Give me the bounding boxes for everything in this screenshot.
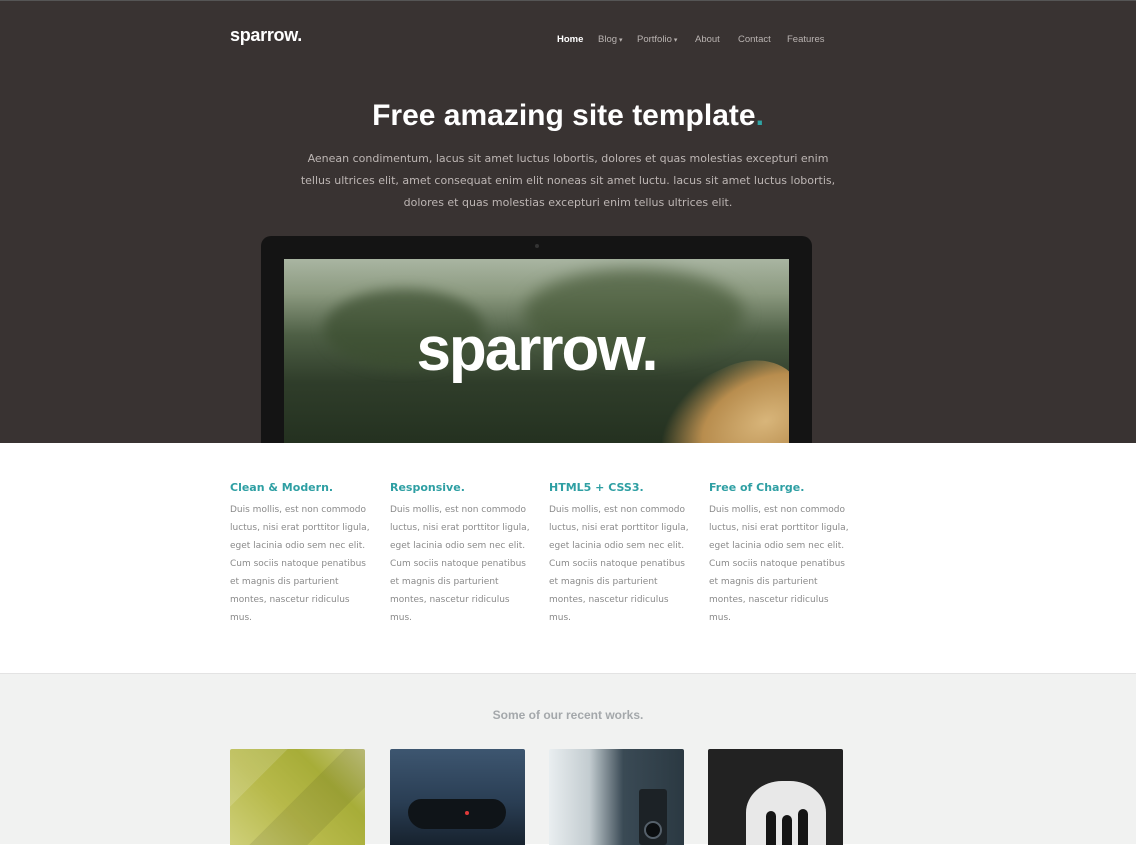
feature-title: Clean & Modern. xyxy=(230,481,334,494)
led-light xyxy=(465,811,469,815)
work-thumbnail-camera[interactable] xyxy=(549,749,684,845)
feature-text: Duis mollis, est non commodo luctus, nis… xyxy=(709,505,849,623)
hero-section: sparrow. Home Blog ▾ Portfolio ▾ About Con… xyxy=(0,0,1136,443)
nav-item-home[interactable]: Home xyxy=(557,34,598,45)
camera-lens xyxy=(644,821,662,839)
person-silhouette xyxy=(798,809,808,845)
screen-logo: sparrow. xyxy=(416,315,658,384)
nav-item-label: Portfolio xyxy=(637,34,672,45)
nav-item-label: Features xyxy=(787,34,825,45)
caret-down-icon: ▾ xyxy=(673,37,678,44)
work-thumbnail-tunnel[interactable] xyxy=(708,749,843,845)
nav-item-about[interactable]: About xyxy=(695,34,738,45)
site-logo[interactable]: sparrow. xyxy=(230,25,302,46)
works-section: Some of our recent works. xyxy=(0,673,1136,845)
feature-title: Responsive. xyxy=(390,481,465,494)
monitor-screen: sparrow. xyxy=(284,259,789,443)
nav-item-label: Contact xyxy=(738,34,771,45)
feature-text: Duis mollis, est non commodo luctus, nis… xyxy=(230,505,370,623)
works-title: Some of our recent works. xyxy=(492,708,644,722)
nav-item-blog[interactable]: Blog ▾ xyxy=(598,34,637,45)
features-section: Clean & Modern. Duis mollis, est non com… xyxy=(0,443,1136,673)
feature-title: HTML5 + CSS3. xyxy=(549,481,644,494)
feature-text: Duis mollis, est non commodo luctus, nis… xyxy=(390,505,530,623)
hero-title-dot: . xyxy=(755,99,764,132)
main-nav: Home Blog ▾ Portfolio ▾ About Contact Feat… xyxy=(557,34,832,45)
feature-column: Clean & Modern. Duis mollis, est non com… xyxy=(230,481,370,627)
monitor-mockup: sparrow. xyxy=(261,236,812,443)
feature-title: Free of Charge. xyxy=(709,481,805,494)
person-silhouette xyxy=(782,815,792,845)
feature-column: Free of Charge. Duis mollis, est non com… xyxy=(709,481,849,627)
nav-item-features[interactable]: Features xyxy=(787,34,832,45)
person-silhouette xyxy=(766,811,776,845)
nav-item-label: About xyxy=(695,34,720,45)
caret-down-icon: ▾ xyxy=(619,37,623,44)
feature-text: Duis mollis, est non commodo luctus, nis… xyxy=(549,505,689,623)
nav-item-portfolio[interactable]: Portfolio ▾ xyxy=(637,34,695,45)
nav-item-label: Home xyxy=(557,34,584,45)
hero-title: Free amazing site template. xyxy=(0,99,1136,133)
feature-column: Responsive. Duis mollis, est non commodo… xyxy=(390,481,530,627)
work-thumbnail-gamepad[interactable] xyxy=(390,749,525,845)
feature-column: HTML5 + CSS3. Duis mollis, est non commo… xyxy=(549,481,689,627)
nav-item-label: Blog xyxy=(598,34,618,45)
gamepad-icon xyxy=(408,799,506,829)
hero-title-text: Free amazing site template xyxy=(372,99,756,132)
work-thumbnail-polygon[interactable] xyxy=(230,749,365,845)
camera-icon xyxy=(535,244,539,248)
hero-description: Aenean condimentum, lacus sit amet luctu… xyxy=(300,152,836,209)
nav-item-contact[interactable]: Contact xyxy=(738,34,787,45)
